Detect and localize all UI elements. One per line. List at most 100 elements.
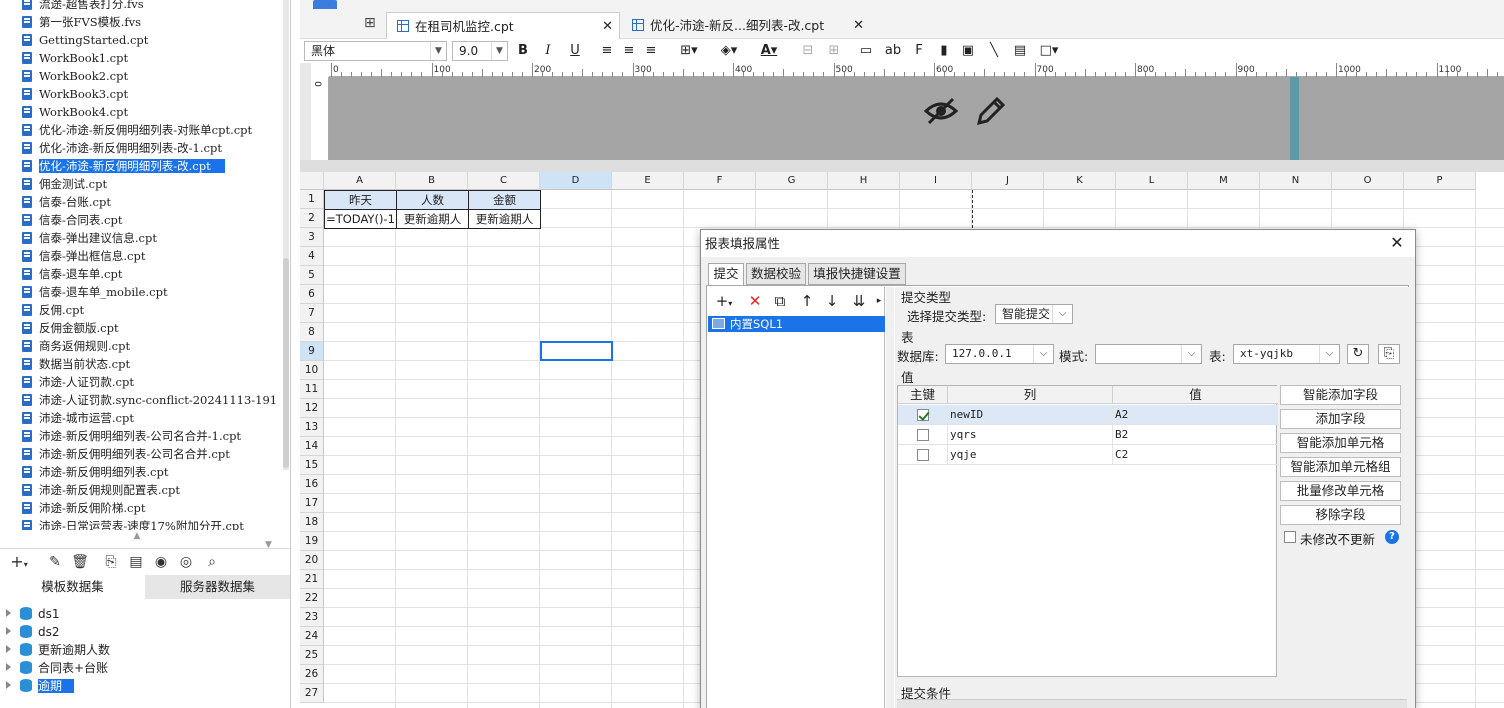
row-header[interactable]: 12 [300,399,324,418]
expand-arrow-icon[interactable] [6,663,11,671]
file-item[interactable]: 沛途-人证罚款.sync-conflict-20241113-191 [22,391,277,409]
server-dataset-icon[interactable]: ◎ [177,553,195,571]
edit-icon[interactable]: ✎ [46,553,64,571]
subreport-icon[interactable]: ▤ [1010,41,1030,61]
expand-up-icon[interactable]: ▲ [130,531,144,541]
file-item[interactable]: 优化-沛途-新反佣明细列表-改.cpt [22,157,225,175]
align-left-icon[interactable]: ≡ [598,41,616,61]
file-item[interactable]: WorkBook3.cpt [22,85,128,103]
param-icon[interactable]: ▤ [127,553,145,571]
row-header[interactable]: 15 [300,456,324,475]
value-cell[interactable]: C2 [1113,445,1278,465]
dataset-item[interactable]: 合同表+台账 [6,659,108,677]
file-item[interactable]: 优化-沛途-新反佣明细列表-对账单cpt.cpt [22,121,252,139]
tab-data-validation[interactable]: 数据校验 [746,263,806,285]
file-item[interactable]: 流途-超售表打分.fvs [22,0,144,13]
column-header[interactable]: F [684,172,756,190]
tab-server-dataset[interactable]: 服务器数据集 [145,575,290,599]
row-header[interactable]: 13 [300,418,324,437]
row-header[interactable]: 7 [300,304,324,323]
add-field-button[interactable]: 添加字段 [1280,409,1401,429]
file-item[interactable]: 信泰-弹出框信息.cpt [22,247,145,265]
no-update-unmodified-checkbox[interactable] [1284,531,1296,543]
primary-key-checkbox[interactable] [917,449,929,461]
table-select[interactable]: xt-yqjkb ⌵ [1233,344,1340,364]
expand-arrow-icon[interactable] [6,627,11,635]
move-down-icon[interactable]: ↓ [822,291,842,311]
tab-fill-shortcut-settings[interactable]: 填报快捷键设置 [808,263,906,285]
row-header[interactable]: 24 [300,627,324,646]
dataset-item[interactable]: ds2 [6,623,60,641]
file-item[interactable]: 沛途-新反佣明细列表-公司名合并-1.cpt [22,427,241,445]
row-header[interactable]: 5 [300,266,324,285]
cell-b2[interactable]: 更新逾期人 [396,209,469,229]
search-icon[interactable]: ⌕ [203,553,221,571]
slash-icon[interactable]: ╲ [984,41,1004,61]
hide-icon[interactable] [923,93,959,129]
cell-a1[interactable]: 昨天 [324,190,397,210]
file-item[interactable]: WorkBook1.cpt [22,49,128,67]
more-icon[interactable]: ▸ [873,291,885,311]
file-item[interactable]: WorkBook4.cpt [22,103,128,121]
smart-add-cell-button[interactable]: 智能添加单元格 [1280,433,1401,453]
remove-field-button[interactable]: 移除字段 [1280,505,1401,525]
text-cell-icon[interactable]: ▭ [856,41,876,61]
row-header[interactable]: 2 [300,209,324,228]
value-cell[interactable]: A2 [1113,405,1278,425]
row-header[interactable]: 19 [300,532,324,551]
row-header[interactable]: 14 [300,437,324,456]
file-item[interactable]: 第一张FVS模板.fvs [22,13,141,31]
page-header-design-area[interactable] [329,77,1504,160]
file-item[interactable]: 沛途-新反佣明细列表-公司名合并.cpt [22,445,230,463]
column-header[interactable]: L [1116,172,1188,190]
file-item[interactable]: 信泰-弹出建议信息.cpt [22,229,157,247]
refresh-icon[interactable]: ↻ [1347,344,1369,364]
align-right-icon[interactable]: ≡ [642,41,660,61]
table-row[interactable]: newID A2 [898,405,1278,425]
row-header[interactable]: 16 [300,475,324,494]
underline-button[interactable]: U [566,41,584,61]
select-all-corner[interactable] [300,172,324,190]
file-item[interactable]: 信泰-台账.cpt [22,193,111,211]
table-row[interactable]: yqje C2 [898,445,1278,465]
dataset-item[interactable]: ds1 [6,605,60,623]
italic-button[interactable]: I [539,41,557,61]
file-item[interactable]: 沛途-人证罚款.cpt [22,373,134,391]
bold-button[interactable]: B [514,41,532,61]
row-header[interactable]: 17 [300,494,324,513]
row-header[interactable]: 21 [300,570,324,589]
row-header[interactable]: 8 [300,323,324,342]
column-header[interactable]: D [540,172,612,190]
column-header[interactable]: O [1332,172,1404,190]
list-item-sql1[interactable]: 内置SQL1 [708,316,885,332]
border-icon[interactable]: ⊞▾ [674,41,704,61]
file-item[interactable]: 数据当前状态.cpt [22,355,130,373]
column-header[interactable]: H [828,172,900,190]
copy-icon[interactable]: ⧉ [770,291,790,311]
add-icon[interactable]: +▾ [711,291,737,311]
file-item[interactable]: 反佣.cpt [22,301,84,319]
column-name-cell[interactable]: yqje [948,445,1113,465]
column-header[interactable]: M [1188,172,1260,190]
row-header[interactable]: 10 [300,361,324,380]
row-header[interactable]: 20 [300,551,324,570]
file-item[interactable]: 优化-沛途-新反佣明细列表-改-1.cpt [22,139,222,157]
file-item[interactable]: 沛途-城市运营.cpt [22,409,134,427]
column-header[interactable]: A [324,172,396,190]
close-icon[interactable]: ✕ [1387,232,1407,254]
row-header[interactable]: 11 [300,380,324,399]
row-header[interactable]: 25 [300,646,324,665]
primary-key-checkbox[interactable] [917,409,929,421]
file-item[interactable]: 沛途-新反佣明细列表.cpt [22,463,168,481]
column-header-value[interactable]: 值 [1113,386,1278,404]
column-header[interactable]: I [900,172,972,190]
row-header[interactable]: 26 [300,665,324,684]
preview-icon[interactable]: ⎘ [102,553,120,571]
row-header[interactable]: 27 [300,684,324,703]
row-header[interactable]: 6 [300,285,324,304]
tab-rebate-detail[interactable]: 优化-沛途-新反...细列表-改.cpt ✕ [622,12,870,39]
row-header[interactable]: 9 [300,342,324,361]
cell-b1[interactable]: 人数 [396,190,469,210]
column-header[interactable]: K [1044,172,1116,190]
file-item[interactable]: 信泰-合同表.cpt [22,211,122,229]
